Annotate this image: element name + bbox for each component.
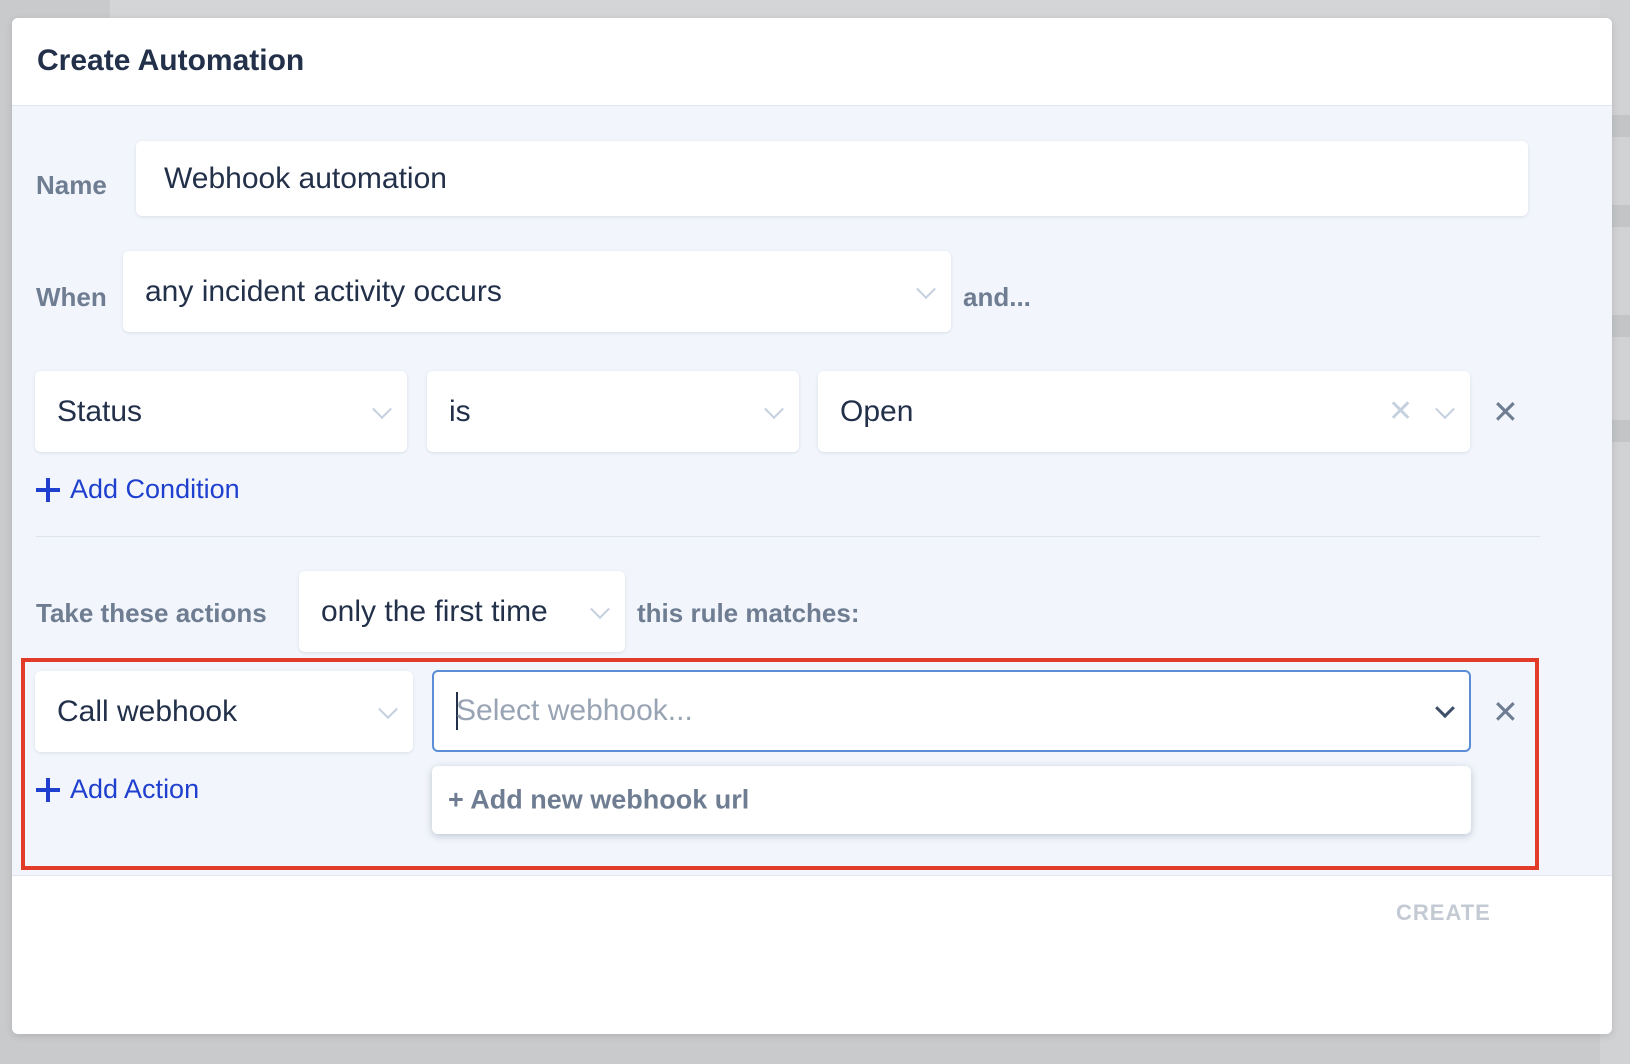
action-type-value: Call webhook bbox=[57, 694, 238, 728]
condition-field-select[interactable]: Status bbox=[35, 371, 407, 452]
backdrop-strip bbox=[110, 0, 1610, 18]
trigger-select[interactable]: any incident activity occurs bbox=[123, 251, 951, 332]
create-automation-modal: Create Automation Name Webhook automatio… bbox=[12, 18, 1612, 1034]
rule-matches-label: this rule matches: bbox=[637, 598, 860, 628]
chevron-down-icon bbox=[590, 598, 610, 619]
name-input-value: Webhook automation bbox=[164, 161, 447, 195]
frequency-select-value: only the first time bbox=[321, 594, 548, 628]
chevron-down-icon bbox=[372, 398, 392, 419]
name-label: Name bbox=[36, 170, 107, 200]
create-button[interactable]: CREATE bbox=[1396, 900, 1491, 926]
modal-header: Create Automation bbox=[12, 18, 1612, 106]
chevron-down-icon bbox=[378, 698, 398, 719]
condition-value: Open bbox=[840, 394, 914, 428]
webhook-select-placeholder: Select webhook... bbox=[456, 694, 693, 727]
plus-icon bbox=[36, 777, 60, 802]
chevron-down-icon bbox=[1435, 398, 1455, 419]
add-condition-label: Add Condition bbox=[70, 474, 240, 504]
action-type-select[interactable]: Call webhook bbox=[35, 671, 413, 752]
add-new-webhook-option[interactable]: + Add new webhook url bbox=[448, 785, 749, 816]
condition-operator-value: is bbox=[449, 394, 471, 428]
remove-condition-icon[interactable]: ✕ bbox=[1492, 396, 1519, 428]
webhook-dropdown-menu: + Add new webhook url bbox=[432, 766, 1471, 834]
chevron-down-icon bbox=[1435, 698, 1455, 719]
section-divider bbox=[36, 536, 1540, 537]
modal-title: Create Automation bbox=[37, 44, 305, 77]
condition-value-select[interactable]: Open ✕ bbox=[818, 371, 1470, 452]
add-action-link[interactable]: Add Action bbox=[36, 774, 199, 805]
when-label: When bbox=[36, 282, 107, 312]
webhook-select[interactable]: Select webhook... bbox=[432, 670, 1471, 752]
and-label: and... bbox=[963, 282, 1031, 312]
frequency-select[interactable]: only the first time bbox=[299, 571, 625, 652]
take-actions-label: Take these actions bbox=[36, 598, 267, 628]
chevron-down-icon bbox=[764, 398, 784, 419]
add-action-label: Add Action bbox=[70, 774, 200, 804]
clear-icon[interactable]: ✕ bbox=[1388, 396, 1413, 427]
modal-body: Name Webhook automation When any inciden… bbox=[12, 106, 1612, 876]
condition-field-value: Status bbox=[57, 394, 143, 428]
name-input[interactable]: Webhook automation bbox=[136, 141, 1528, 216]
chevron-down-icon bbox=[916, 278, 936, 299]
add-condition-link[interactable]: Add Condition bbox=[36, 474, 240, 505]
condition-operator-select[interactable]: is bbox=[427, 371, 799, 452]
trigger-select-value: any incident activity occurs bbox=[145, 274, 502, 308]
remove-action-icon[interactable]: ✕ bbox=[1492, 696, 1519, 728]
plus-icon bbox=[36, 477, 60, 502]
